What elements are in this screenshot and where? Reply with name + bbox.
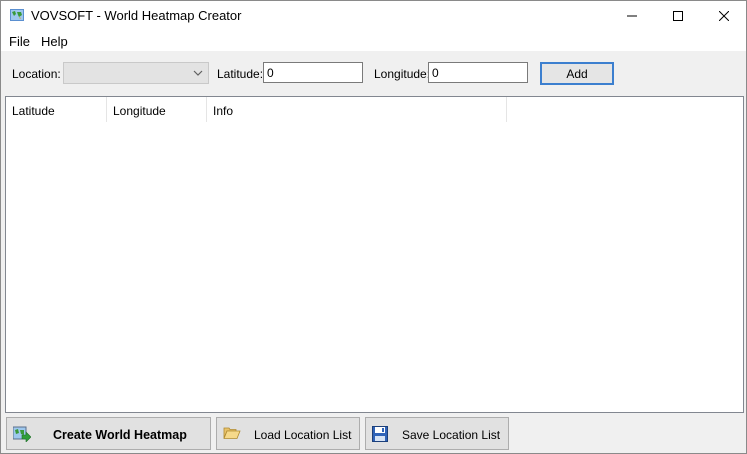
menu-help[interactable]: Help bbox=[41, 34, 68, 49]
window-title: VOVSOFT - World Heatmap Creator bbox=[31, 8, 242, 23]
close-button[interactable] bbox=[701, 1, 746, 31]
maximize-button[interactable] bbox=[655, 1, 701, 31]
longitude-label: Longitude: bbox=[374, 67, 431, 81]
create-heatmap-label: Create World Heatmap bbox=[53, 428, 187, 442]
map-arrow-icon bbox=[13, 426, 31, 442]
app-window: VOVSOFT - World Heatmap Creator File Hel… bbox=[0, 0, 747, 454]
minimize-icon bbox=[627, 15, 637, 17]
location-toolbar: Location: Latitude: Longitude: Add bbox=[1, 51, 746, 95]
column-header-info[interactable]: Info bbox=[207, 97, 507, 122]
longitude-input[interactable] bbox=[428, 62, 528, 83]
chevron-down-icon bbox=[193, 70, 203, 76]
add-button[interactable]: Add bbox=[540, 62, 614, 85]
latitude-label: Latitude: bbox=[217, 67, 264, 81]
load-location-list-label: Load Location List bbox=[254, 428, 352, 442]
title-bar[interactable]: VOVSOFT - World Heatmap Creator bbox=[1, 1, 746, 31]
save-location-list-label: Save Location List bbox=[402, 428, 501, 442]
location-label: Location: bbox=[12, 67, 61, 81]
location-list[interactable]: Latitude Longitude Info bbox=[5, 96, 744, 413]
menu-file[interactable]: File bbox=[9, 34, 30, 49]
load-location-list-button[interactable]: Load Location List bbox=[216, 417, 360, 450]
menu-bar: File Help bbox=[1, 31, 746, 51]
maximize-icon bbox=[673, 11, 683, 21]
column-header-longitude[interactable]: Longitude bbox=[107, 97, 207, 122]
create-heatmap-button[interactable]: Create World Heatmap bbox=[6, 417, 211, 450]
open-folder-icon bbox=[223, 427, 241, 439]
location-dropdown[interactable] bbox=[63, 62, 209, 84]
save-location-list-button[interactable]: Save Location List bbox=[365, 417, 509, 450]
column-header-latitude[interactable]: Latitude bbox=[6, 97, 107, 122]
floppy-disk-icon bbox=[372, 426, 388, 442]
minimize-button[interactable] bbox=[609, 1, 655, 31]
close-icon bbox=[719, 11, 729, 21]
list-header: Latitude Longitude Info bbox=[6, 97, 743, 122]
latitude-input[interactable] bbox=[263, 62, 363, 83]
world-map-icon bbox=[10, 9, 24, 21]
